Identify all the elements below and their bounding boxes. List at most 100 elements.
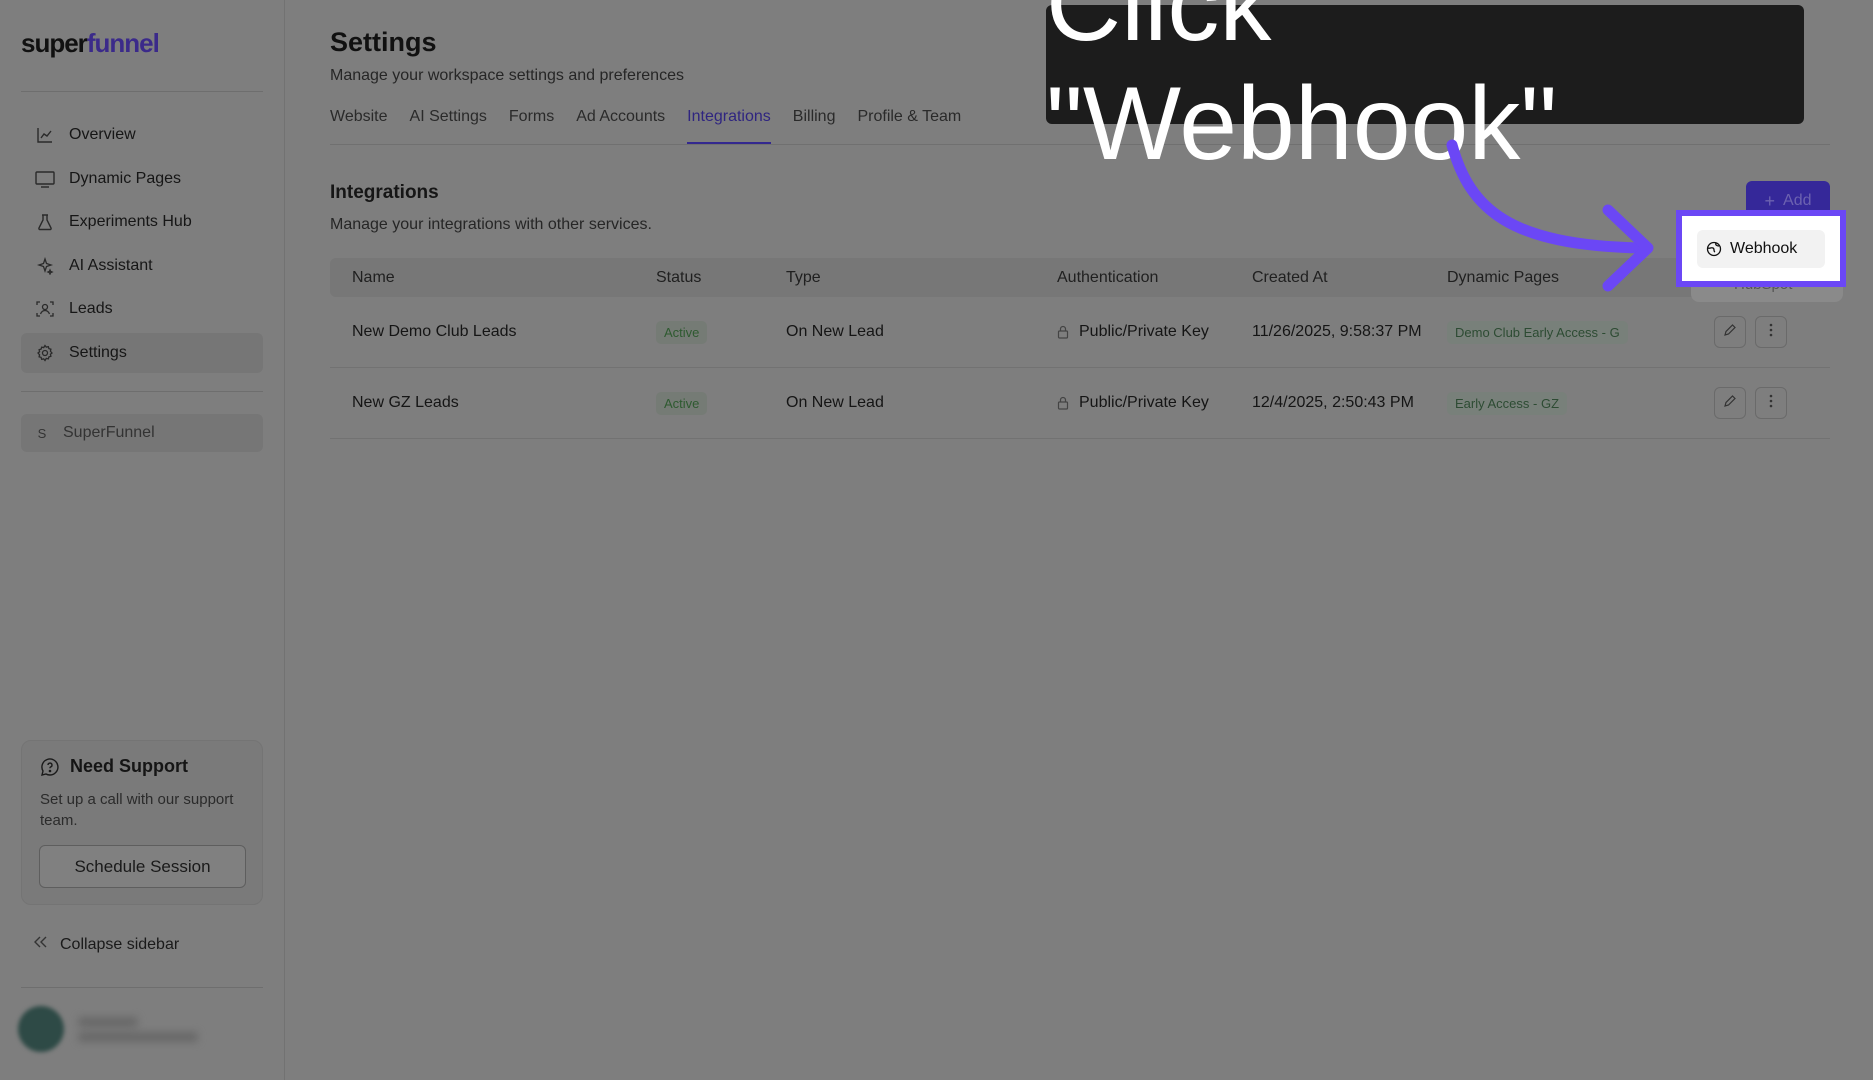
settings-tabs: Website AI Settings Forms Ad Accounts In… xyxy=(330,108,983,144)
cell-authentication: Public/Private Key xyxy=(1057,394,1252,412)
dynamic-page-badge: Early Access - GZ xyxy=(1447,391,1568,415)
cell-status: Active xyxy=(656,391,786,415)
cell-authentication: Public/Private Key xyxy=(1057,323,1252,341)
dynamic-page-badge: Demo Club Early Access - G xyxy=(1447,320,1628,344)
sidebar-item-label: Leads xyxy=(69,300,113,317)
sidebar-item-label: Dynamic Pages xyxy=(69,169,182,187)
user-profile[interactable] xyxy=(18,1006,198,1052)
logo-suffix: funnel xyxy=(86,28,160,58)
page-title: Settings xyxy=(330,27,437,57)
cell-created-at: 11/26/2025, 9:58:37 PM xyxy=(1252,323,1422,340)
status-badge: Active xyxy=(656,391,708,415)
column-header-created-at: Created At xyxy=(1252,268,1328,286)
sidebar-item-dynamic-pages[interactable]: Dynamic Pages xyxy=(21,159,263,199)
cell-type: On New Lead xyxy=(786,394,884,411)
flask-icon xyxy=(35,212,55,232)
workspace-name: SuperFunnel xyxy=(63,424,155,441)
sidebar-nav: Overview Dynamic Pages Experiments Hub A… xyxy=(21,115,263,376)
tab-ad-accounts[interactable]: Ad Accounts xyxy=(576,108,665,144)
globe-icon xyxy=(1706,241,1722,257)
edit-button[interactable] xyxy=(1714,387,1746,419)
sidebar-item-ai-assistant[interactable]: AI Assistant xyxy=(21,246,263,286)
tab-forms[interactable]: Forms xyxy=(509,108,554,144)
collapse-sidebar-button[interactable]: Collapse sidebar xyxy=(32,935,179,954)
sidebar-item-label: AI Assistant xyxy=(69,256,153,274)
dropdown-item-webhook[interactable]: Webhook xyxy=(1697,230,1825,268)
column-header-name: Name xyxy=(352,268,395,286)
add-label: Add xyxy=(1783,192,1812,209)
support-description: Set up a call with our support team. xyxy=(40,791,234,829)
avatar xyxy=(18,1006,64,1052)
sidebar-item-label: Experiments Hub xyxy=(69,213,192,230)
more-vertical-icon xyxy=(1769,394,1773,413)
cell-actions xyxy=(1677,387,1787,419)
tab-integrations[interactable]: Integrations xyxy=(687,108,771,144)
section-title: Integrations xyxy=(330,182,439,203)
plus-icon: + xyxy=(1764,190,1776,211)
schedule-session-button[interactable]: Schedule Session xyxy=(39,845,246,888)
sidebar-divider xyxy=(21,91,263,92)
tab-website[interactable]: Website xyxy=(330,108,388,144)
support-title: Need Support xyxy=(40,756,188,777)
workspace-letter: S xyxy=(37,425,47,441)
collapse-label: Collapse sidebar xyxy=(60,935,180,953)
auth-label: Public/Private Key xyxy=(1079,394,1209,411)
section-subtitle: Manage your integrations with other serv… xyxy=(330,216,652,233)
cell-type: On New Lead xyxy=(786,323,884,340)
cell-dynamic-pages: Demo Club Early Access - G xyxy=(1447,320,1677,344)
column-header-status: Status xyxy=(656,268,702,286)
lock-icon xyxy=(1057,325,1069,339)
support-card: Need Support Set up a call with our supp… xyxy=(21,740,263,905)
logo[interactable]: superfunnel xyxy=(21,28,160,59)
sidebar-item-settings[interactable]: Settings xyxy=(21,332,263,373)
pencil-icon xyxy=(1723,323,1737,342)
sidebar-item-experiments-hub[interactable]: Experiments Hub xyxy=(21,202,263,242)
page-subtitle: Manage your workspace settings and prefe… xyxy=(330,67,684,84)
chevrons-left-icon xyxy=(32,935,48,954)
user-scan-icon xyxy=(35,299,55,319)
cell-status: Active xyxy=(656,320,786,344)
app-root: superfunnel Overview Dynamic Pages Exper… xyxy=(0,0,1873,1080)
more-actions-button[interactable] xyxy=(1755,316,1787,348)
lock-icon xyxy=(1057,396,1069,410)
auth-label: Public/Private Key xyxy=(1079,323,1209,340)
more-actions-button[interactable] xyxy=(1755,387,1787,419)
sparkles-icon xyxy=(35,256,55,276)
cell-name: New Demo Club Leads xyxy=(352,323,517,340)
table-row[interactable]: New Demo Club Leads Active On New Lead P… xyxy=(330,297,1830,368)
cell-actions xyxy=(1677,316,1787,348)
cell-created-at: 12/4/2025, 2:50:43 PM xyxy=(1252,394,1414,411)
sidebar-item-overview[interactable]: Overview xyxy=(21,115,263,155)
cell-dynamic-pages: Early Access - GZ xyxy=(1447,391,1677,415)
help-circle-icon xyxy=(40,757,60,777)
column-header-authentication: Authentication xyxy=(1057,268,1159,286)
gear-icon xyxy=(35,343,55,363)
tab-profile-team[interactable]: Profile & Team xyxy=(857,108,961,144)
integrations-table: Name Status Type Authentication Created … xyxy=(330,258,1830,439)
user-info-redacted xyxy=(78,1012,198,1047)
logo-prefix: super xyxy=(21,28,88,58)
column-header-type: Type xyxy=(786,268,821,286)
tab-billing[interactable]: Billing xyxy=(793,108,836,144)
table-row[interactable]: New GZ Leads Active On New Lead Public/P… xyxy=(330,368,1830,439)
sidebar-item-label: Settings xyxy=(69,343,127,361)
workspace-switcher[interactable]: S SuperFunnel xyxy=(21,414,263,452)
sidebar: superfunnel Overview Dynamic Pages Exper… xyxy=(0,0,285,1080)
support-title-text: Need Support xyxy=(70,756,189,776)
sidebar-item-leads[interactable]: Leads xyxy=(21,289,263,329)
tab-ai-settings[interactable]: AI Settings xyxy=(410,108,487,144)
webhook-label: Webhook xyxy=(1730,240,1798,257)
sidebar-divider xyxy=(21,987,263,988)
chart-line-icon xyxy=(35,125,55,145)
table-header: Name Status Type Authentication Created … xyxy=(330,258,1830,297)
monitor-icon xyxy=(35,169,55,189)
cell-name: New GZ Leads xyxy=(352,394,459,411)
pencil-icon xyxy=(1723,394,1737,413)
more-vertical-icon xyxy=(1769,323,1773,342)
edit-button[interactable] xyxy=(1714,316,1746,348)
column-header-dynamic-pages: Dynamic Pages xyxy=(1447,268,1560,286)
sidebar-divider xyxy=(21,391,263,392)
status-badge: Active xyxy=(656,320,708,344)
instruction-callout: Click "Webhook" xyxy=(1046,0,1804,182)
sidebar-item-label: Overview xyxy=(69,126,136,143)
